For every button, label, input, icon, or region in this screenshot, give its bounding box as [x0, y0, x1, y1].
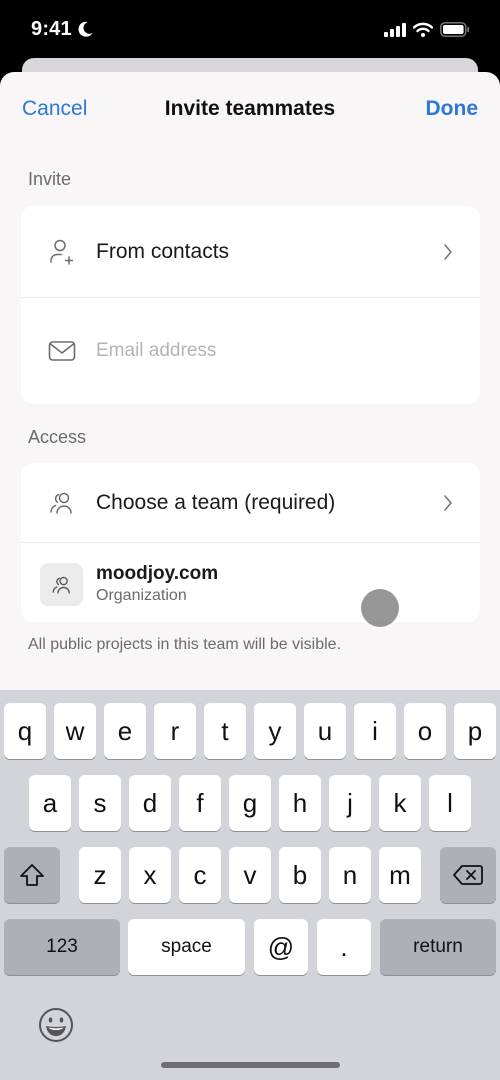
key-t[interactable]: t	[204, 703, 246, 759]
key-h[interactable]: h	[279, 775, 321, 831]
from-contacts-label: From contacts	[96, 239, 230, 263]
done-button[interactable]: Done	[426, 97, 479, 121]
email-address-input[interactable]	[96, 340, 436, 362]
moon-icon	[78, 21, 93, 37]
key-a[interactable]: a	[29, 775, 71, 831]
key-p[interactable]: p	[454, 703, 496, 759]
return-key[interactable]: return	[380, 919, 496, 975]
key-o[interactable]: o	[404, 703, 446, 759]
emoji-icon[interactable]	[38, 1007, 74, 1043]
key-g[interactable]: g	[229, 775, 271, 831]
key-j[interactable]: j	[329, 775, 371, 831]
chevron-right-icon	[444, 494, 452, 511]
team-icon	[47, 488, 77, 518]
invite-section-label: Invite	[28, 169, 72, 189]
key-k[interactable]: k	[379, 775, 421, 831]
key-e[interactable]: e	[104, 703, 146, 759]
organization-row[interactable]: moodjoy.com Organization	[21, 542, 480, 622]
key-l[interactable]: l	[429, 775, 471, 831]
shift-icon	[20, 864, 44, 886]
key-b[interactable]: b	[279, 847, 321, 903]
chevron-right-icon	[444, 243, 452, 260]
home-indicator	[161, 1062, 340, 1068]
organization-type: Organization	[96, 587, 187, 604]
team-icon	[52, 576, 70, 594]
choose-team-label: Choose a team (required)	[96, 490, 336, 514]
cellular-signal-icon	[384, 22, 406, 37]
key-d[interactable]: d	[129, 775, 171, 831]
organization-avatar	[40, 563, 83, 606]
organization-name: moodjoy.com	[96, 563, 219, 584]
key-u[interactable]: u	[304, 703, 346, 759]
access-footnote: All public projects in this team will be…	[28, 636, 342, 653]
invite-card: From contacts	[21, 206, 480, 404]
at-key[interactable]: @	[254, 919, 308, 975]
key-v[interactable]: v	[229, 847, 271, 903]
key-c[interactable]: c	[179, 847, 221, 903]
dot-key[interactable]: .	[317, 919, 371, 975]
status-bar: 9:41	[0, 0, 500, 60]
key-f[interactable]: f	[179, 775, 221, 831]
key-s[interactable]: s	[79, 775, 121, 831]
from-contacts-row[interactable]: From contacts	[21, 206, 480, 297]
key-m[interactable]: m	[379, 847, 421, 903]
key-y[interactable]: y	[254, 703, 296, 759]
envelope-icon	[47, 336, 77, 366]
backspace-icon	[453, 865, 483, 885]
key-r[interactable]: r	[154, 703, 196, 759]
status-time: 9:41	[31, 18, 72, 40]
key-n[interactable]: n	[329, 847, 371, 903]
access-card: Choose a team (required) moodjoy.com Org…	[21, 463, 480, 622]
battery-icon	[440, 22, 470, 37]
key-i[interactable]: i	[354, 703, 396, 759]
email-row[interactable]	[21, 297, 480, 404]
choose-team-row[interactable]: Choose a team (required)	[21, 463, 480, 542]
numbers-key[interactable]: 123	[4, 919, 120, 975]
add-person-icon	[47, 237, 77, 267]
backspace-key[interactable]	[440, 847, 496, 903]
touch-indicator	[361, 589, 399, 627]
key-w[interactable]: w	[54, 703, 96, 759]
shift-key[interactable]	[4, 847, 60, 903]
key-z[interactable]: z	[79, 847, 121, 903]
access-section-label: Access	[28, 427, 87, 447]
wifi-icon	[413, 22, 433, 37]
space-key[interactable]: space	[128, 919, 245, 975]
key-x[interactable]: x	[129, 847, 171, 903]
nav-bar: Cancel Invite teammates Done	[0, 72, 500, 148]
key-q[interactable]: q	[4, 703, 46, 759]
